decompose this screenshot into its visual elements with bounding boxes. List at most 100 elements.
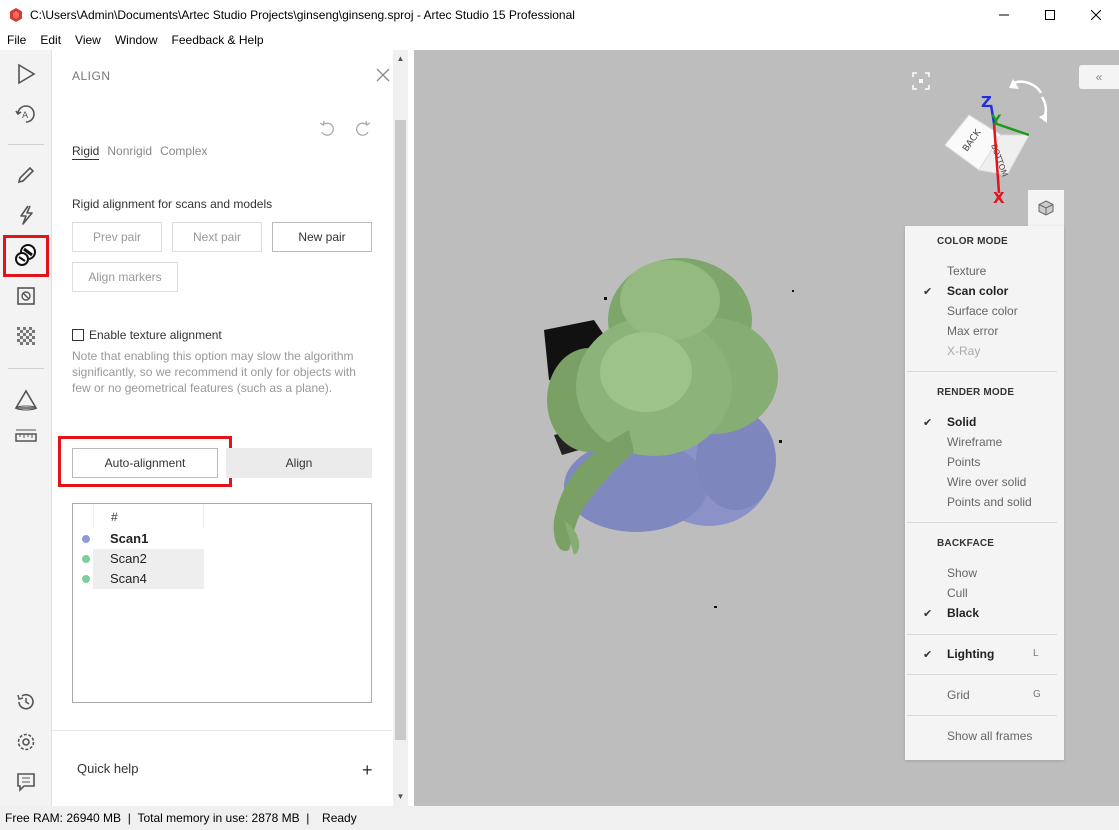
scrollbar-thumb[interactable] <box>395 120 406 740</box>
color-mode-max-error[interactable]: Max error <box>947 324 998 338</box>
lighting-toggle[interactable]: Lighting <box>947 647 994 661</box>
backface-cull[interactable]: Cull <box>947 586 968 600</box>
align-markers-button[interactable]: Align markers <box>72 262 178 292</box>
render-mode-wire-over-solid[interactable]: Wire over solid <box>947 475 1026 489</box>
feedback-icon <box>17 773 35 792</box>
menu-feedback-help[interactable]: Feedback & Help <box>165 33 271 47</box>
close-icon <box>1091 10 1101 20</box>
color-mode-texture[interactable]: Texture <box>947 264 986 278</box>
fit-view-icon[interactable] <box>912 72 930 90</box>
render-mode-points[interactable]: Points <box>947 455 980 469</box>
artec-logo-icon <box>10 8 22 22</box>
render-mode-solid[interactable]: Solid <box>947 415 976 429</box>
quick-help-expand-button[interactable]: + <box>362 760 373 781</box>
ruler-icon <box>15 429 37 442</box>
scroll-down-icon[interactable]: ▼ <box>396 792 405 801</box>
render-mode-points-and-solid[interactable]: Points and solid <box>947 495 1032 509</box>
color-mode-surface-color[interactable]: Surface color <box>947 304 1018 318</box>
view-cube[interactable]: BACK BOTTOM Z Y X <box>939 75 1069 205</box>
fusion-icon <box>17 287 35 305</box>
tab-complex[interactable]: Complex <box>160 144 207 160</box>
menu-view[interactable]: View <box>68 33 108 47</box>
edit-icon <box>17 166 35 184</box>
menu-file[interactable]: File <box>0 33 33 47</box>
undo-icon[interactable] <box>318 120 336 138</box>
grid-toggle[interactable]: Grid <box>947 688 970 702</box>
render-mode-wireframe[interactable]: Wireframe <box>947 435 1002 449</box>
minimize-button[interactable] <box>981 0 1027 30</box>
autopilot-icon: A <box>15 105 35 123</box>
memory-in-use-status: Total memory in use: 2878 MB <box>137 811 300 825</box>
panel-title: ALIGN <box>72 69 111 83</box>
tab-rigid[interactable]: Rigid <box>72 144 100 160</box>
texture-icon <box>17 327 35 345</box>
panel-scrollbar[interactable]: ▲ ▼ <box>393 50 408 806</box>
render-mode-heading: RENDER MODE <box>937 387 1015 398</box>
close-window-button[interactable] <box>1073 0 1119 30</box>
svg-text:A: A <box>22 111 29 121</box>
panel-divider <box>52 730 392 731</box>
display-settings-menu: COLOR MODE Texture ✔ Scan color Surface … <box>905 226 1064 760</box>
ready-status: Ready <box>322 811 357 825</box>
backface-show[interactable]: Show <box>947 566 977 580</box>
texture-tool-button[interactable] <box>9 319 43 353</box>
align-mode-tabs: Rigid Nonrigid Complex <box>72 144 207 160</box>
texture-alignment-checkbox[interactable] <box>72 329 84 341</box>
menu-divider <box>907 522 1057 523</box>
history-button[interactable] <box>9 685 43 719</box>
backface-black[interactable]: Black <box>947 606 979 620</box>
check-icon: ✔ <box>923 608 933 620</box>
left-toolbar: A <box>0 50 52 806</box>
history-icon <box>17 693 34 710</box>
check-icon: ✔ <box>923 417 933 429</box>
scan-row[interactable]: Scan1 <box>73 529 371 549</box>
quick-help-label[interactable]: Quick help <box>77 761 138 776</box>
color-mode-heading: COLOR MODE <box>937 236 1008 247</box>
free-ram-status: Free RAM: 26940 MB <box>5 811 122 825</box>
status-bar: Free RAM: 26940 MB | Total memory in use… <box>0 806 1119 830</box>
redo-icon[interactable] <box>354 120 372 138</box>
ruler-tool-button[interactable] <box>9 420 43 454</box>
color-mode-scan-color[interactable]: Scan color <box>947 284 1008 298</box>
scan-color-dot <box>82 575 90 583</box>
texture-alignment-row[interactable]: Enable texture alignment <box>72 328 222 342</box>
fusion-tool-button[interactable] <box>9 279 43 313</box>
texture-alignment-label: Enable texture alignment <box>89 328 222 342</box>
measure-tool-button[interactable] <box>9 383 43 417</box>
new-pair-button[interactable]: New pair <box>272 222 372 252</box>
tab-nonrigid[interactable]: Nonrigid <box>107 144 152 160</box>
texture-alignment-note: Note that enabling this option may slow … <box>72 349 356 395</box>
show-all-frames[interactable]: Show all frames <box>947 729 1032 743</box>
menu-window[interactable]: Window <box>108 33 165 47</box>
prev-pair-button[interactable]: Prev pair <box>72 222 162 252</box>
expand-panel-button[interactable]: « <box>1079 65 1119 89</box>
scan-list-header: # <box>93 504 204 528</box>
next-pair-button[interactable]: Next pair <box>172 222 262 252</box>
tools-button[interactable] <box>9 198 43 232</box>
scan-name: Scan2 <box>93 549 204 569</box>
maximize-button[interactable] <box>1027 0 1073 30</box>
display-settings-button[interactable] <box>1028 190 1064 226</box>
undo-redo-group <box>318 120 372 138</box>
settings-icon <box>17 733 35 751</box>
autopilot-tool-button[interactable]: A <box>9 97 43 131</box>
scroll-up-icon[interactable]: ▲ <box>396 54 405 63</box>
editor-tool-button[interactable] <box>9 158 43 192</box>
scan-row[interactable]: Scan4 <box>73 569 371 589</box>
menu-edit[interactable]: Edit <box>33 33 68 47</box>
scan-row[interactable]: Scan2 <box>73 549 371 569</box>
scan-tool-button[interactable] <box>9 57 43 91</box>
grid-shortcut: G <box>1033 689 1041 700</box>
settings-button[interactable] <box>9 725 43 759</box>
menu-divider <box>907 371 1057 372</box>
axis-z-label: Z <box>981 93 992 111</box>
align-button[interactable]: Align <box>226 448 372 478</box>
scan-name: Scan1 <box>110 531 149 546</box>
menu-divider <box>907 634 1057 635</box>
align-panel: ALIGN Rigid Nonrigid Complex Rigid align… <box>52 50 408 806</box>
feedback-button[interactable] <box>9 765 43 799</box>
panel-close-icon[interactable] <box>376 68 390 82</box>
lighting-shortcut: L <box>1033 648 1039 659</box>
axis-y-label: Y <box>990 113 1002 129</box>
check-icon: ✔ <box>923 286 933 298</box>
